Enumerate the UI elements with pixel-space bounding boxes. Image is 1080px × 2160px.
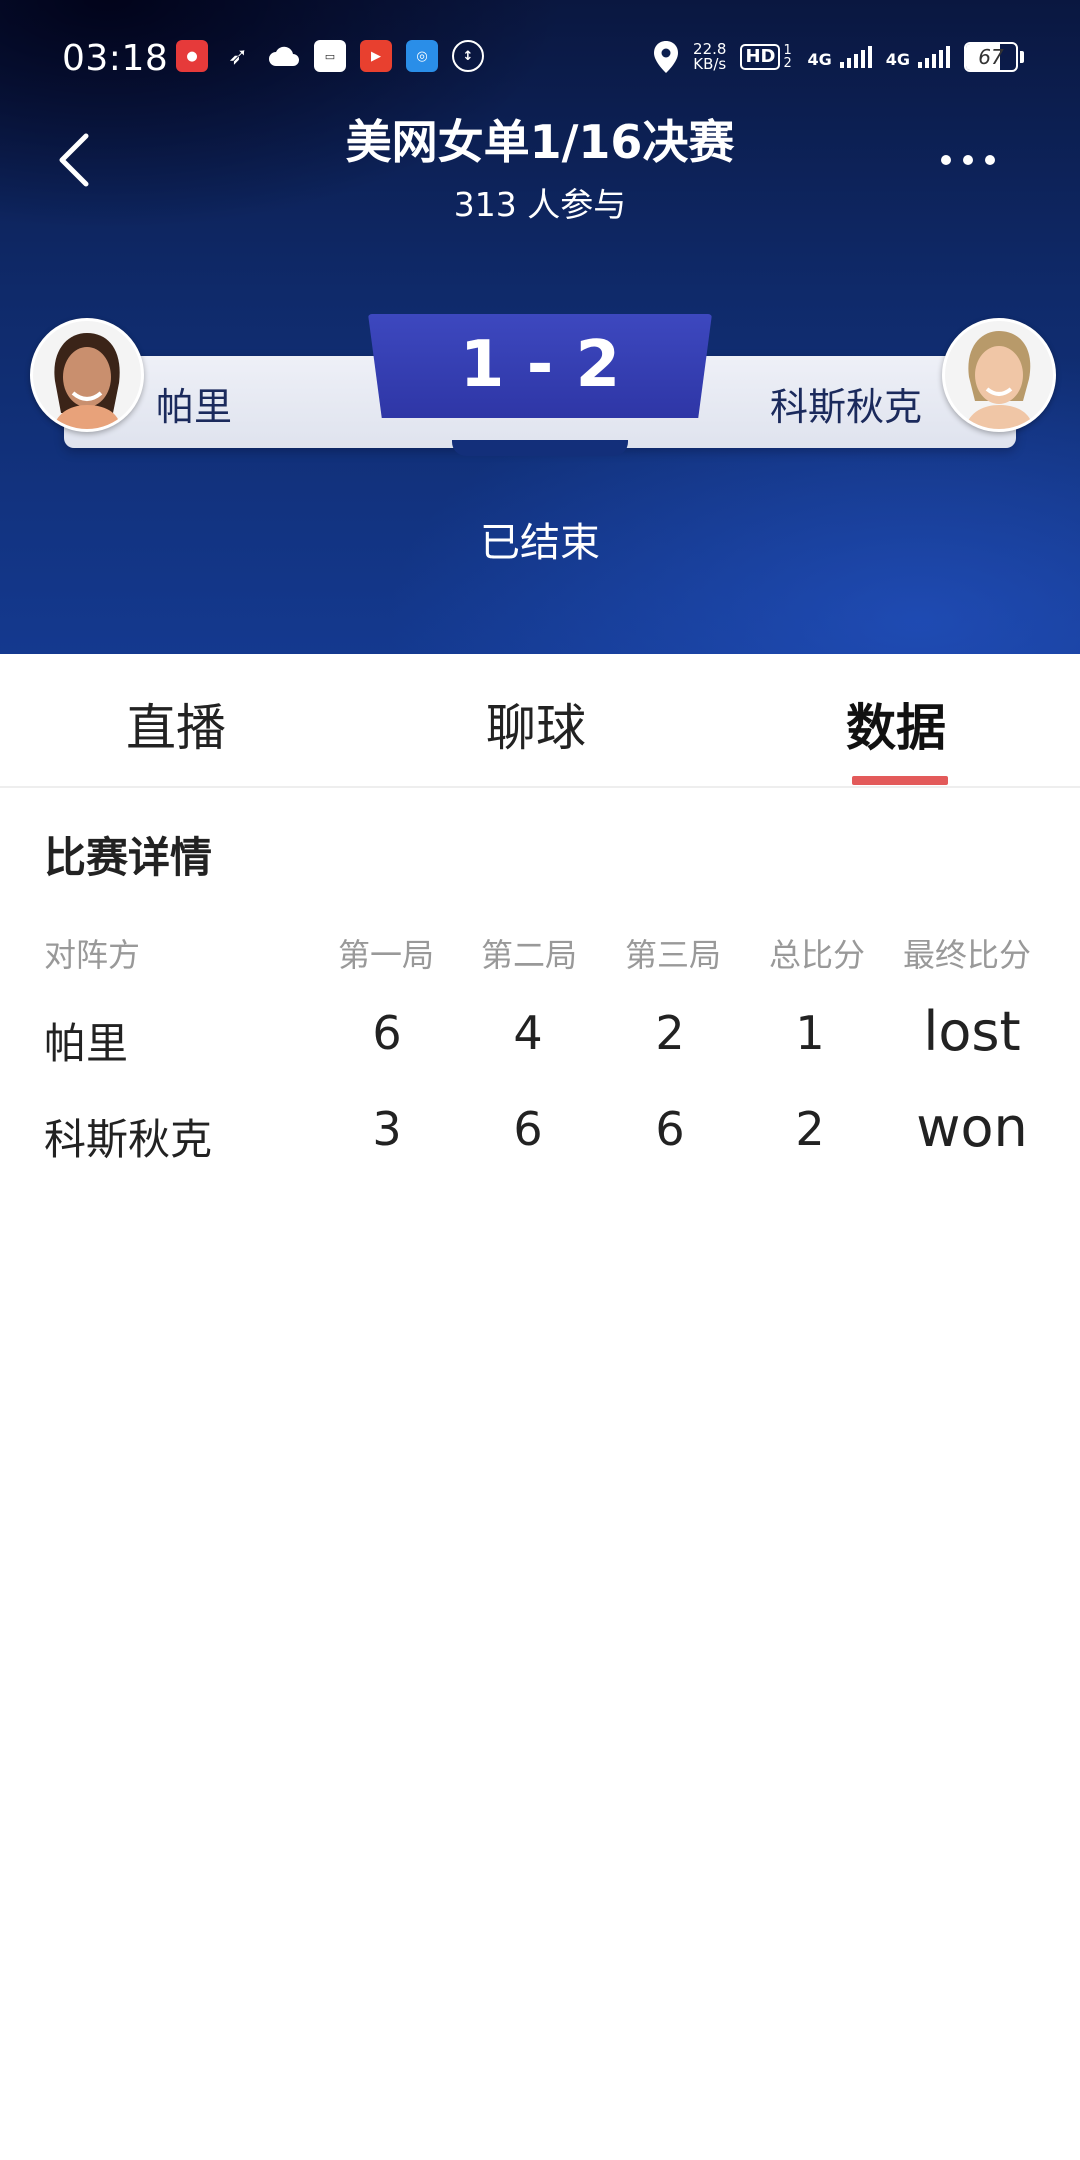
active-tab-indicator bbox=[852, 776, 948, 785]
player-right-avatar[interactable] bbox=[942, 318, 1056, 432]
battery-tip bbox=[1020, 51, 1024, 63]
row-set1: 3 bbox=[372, 1102, 402, 1156]
net-speed: 22.8 KB/s bbox=[693, 42, 726, 72]
net-speed-unit: KB/s bbox=[693, 55, 727, 73]
player-left-avatar[interactable] bbox=[30, 318, 144, 432]
dot-icon bbox=[941, 155, 951, 165]
row-set3: 6 bbox=[655, 1102, 685, 1156]
participant-count: 313 人参与 bbox=[453, 185, 627, 224]
column-header-final: 最终比分 bbox=[903, 936, 1032, 974]
hd-sub: 1 2 bbox=[783, 43, 792, 71]
tab-live[interactable]: 直播 bbox=[126, 688, 226, 760]
signal-2-label: 4G bbox=[885, 50, 910, 69]
tab-bar: 直播 聊球 数据 bbox=[0, 654, 1080, 788]
player-portrait-icon bbox=[945, 321, 1053, 429]
player-portrait-icon bbox=[33, 321, 141, 429]
tab-data[interactable]: 数据 bbox=[846, 688, 946, 760]
hd-indicator: HD 1 2 bbox=[740, 44, 793, 70]
hd-badge: HD bbox=[740, 44, 781, 70]
row-total: 2 bbox=[795, 1102, 825, 1156]
row-set3: 2 bbox=[655, 1006, 685, 1060]
hotspot-app-icon: ◎ bbox=[406, 40, 438, 72]
match-score: 1 - 2 bbox=[459, 328, 621, 402]
news-app-icon: ● bbox=[176, 40, 208, 72]
video-app-icon: ▶ bbox=[360, 40, 392, 72]
column-header-total: 总比分 bbox=[769, 936, 866, 974]
location-icon bbox=[654, 41, 679, 73]
battery-level: 67 bbox=[978, 45, 1004, 69]
dot-icon bbox=[963, 155, 973, 165]
notification-icons: ● ➶ ▭ ▶ ◎ ↕ bbox=[176, 40, 484, 72]
column-header-set3: 第三局 bbox=[625, 936, 722, 974]
column-header-opponent: 对阵方 bbox=[44, 936, 141, 974]
dot-icon bbox=[985, 155, 995, 165]
status-right: 22.8 KB/s HD 1 2 4G 4G 67 bbox=[653, 40, 1024, 74]
cloud-icon bbox=[268, 40, 300, 72]
signal-2: 4G bbox=[886, 46, 950, 68]
row-set2: 6 bbox=[513, 1102, 543, 1156]
row-player-name: 帕里 bbox=[44, 1019, 129, 1068]
player-right-name: 科斯秋克 bbox=[769, 385, 922, 429]
row-set1: 6 bbox=[372, 1006, 402, 1060]
status-bar: 03:18 ● ➶ ▭ ▶ ◎ ↕ 22.8 KB/s HD 1 2 4G 4G… bbox=[0, 0, 1080, 120]
toutiao-app-icon: ▭ bbox=[314, 40, 346, 72]
match-status: 已结束 bbox=[480, 520, 600, 566]
row-final: lost bbox=[923, 1000, 1021, 1063]
column-header-set1: 第一局 bbox=[338, 936, 435, 974]
signal-1-label: 4G bbox=[807, 50, 832, 69]
page-title: 美网女单1/16决赛 bbox=[345, 115, 735, 169]
paper-plane-icon: ➶ bbox=[227, 42, 249, 70]
column-header-set2: 第二局 bbox=[481, 936, 578, 974]
row-total: 1 bbox=[795, 1006, 825, 1060]
signal-bars-icon bbox=[839, 46, 872, 68]
scoreboard-notch bbox=[452, 440, 628, 456]
section-title: 比赛详情 bbox=[44, 833, 213, 882]
row-final: won bbox=[916, 1096, 1028, 1159]
row-set2: 4 bbox=[513, 1006, 543, 1060]
signal-bars-icon bbox=[918, 46, 950, 68]
player-left-name: 帕里 bbox=[156, 385, 233, 429]
signal-1: 4G bbox=[807, 46, 872, 69]
tab-chat[interactable]: 聊球 bbox=[486, 688, 586, 760]
match-header: 03:18 ● ➶ ▭ ▶ ◎ ↕ 22.8 KB/s HD 1 2 4G 4G… bbox=[0, 0, 1080, 654]
battery-icon: 67 bbox=[964, 42, 1018, 72]
status-time: 03:18 bbox=[62, 38, 169, 79]
row-player-name: 科斯秋克 bbox=[44, 1115, 213, 1164]
more-options-button[interactable] bbox=[932, 140, 1004, 180]
data-usage-icon: ↕ bbox=[452, 40, 484, 72]
